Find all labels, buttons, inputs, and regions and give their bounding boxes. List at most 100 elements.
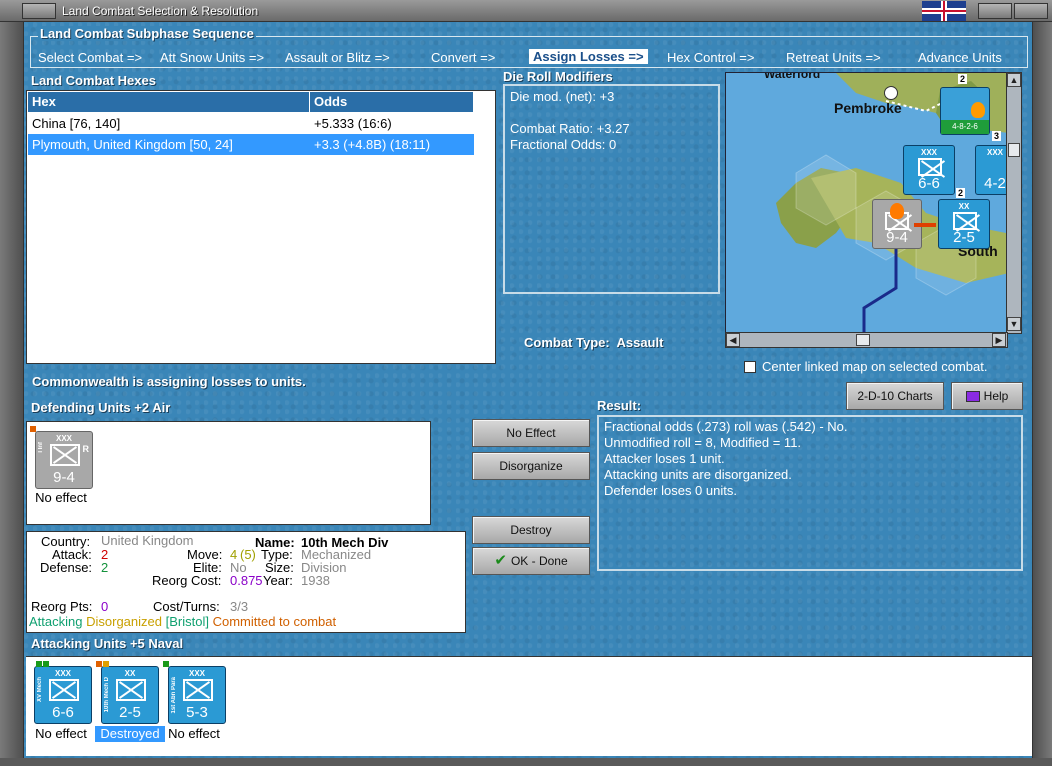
map-label-waterford: Waterford: [764, 72, 821, 81]
counter-size: XXX: [986, 148, 1003, 157]
defending-unit-status: No effect: [35, 490, 87, 505]
defense-label: Defense:: [40, 560, 93, 575]
scroll-thumb[interactable]: [856, 334, 870, 346]
counter-values: 4-8-2-6: [941, 120, 989, 134]
counter-values: 9-4: [886, 229, 908, 246]
result-line: Attacker loses 1 unit.: [604, 451, 725, 466]
stack-count: 2: [956, 188, 966, 198]
scroll-left-arrow-icon[interactable]: ◀: [726, 333, 740, 347]
counter-size: XXX: [54, 669, 71, 678]
map-counter-10th-mech[interactable]: XX 2-5: [938, 199, 990, 249]
die-roll-title: Die Roll Modifiers: [503, 69, 613, 84]
defense-value: 2: [101, 560, 109, 575]
counter-size: XXX: [920, 148, 937, 157]
reorg-cost-label: Reorg Cost:: [152, 573, 222, 588]
status-dot-icon: [30, 426, 36, 432]
step-select-combat: Select Combat =>: [38, 50, 143, 65]
attacking-unit-counter[interactable]: XXX 1st Abn Para 5-3: [163, 661, 226, 724]
supply-route: [862, 248, 898, 333]
charts-button[interactable]: 2-D-10 Charts: [846, 382, 944, 410]
combat-explosion-icon: [890, 203, 904, 219]
bottom-frame-bar: [0, 758, 1052, 766]
map-counter-stack[interactable]: 4-8-2-6: [940, 87, 990, 135]
counter-size: XX: [958, 202, 970, 211]
status-disorganized: Disorganized: [86, 614, 162, 629]
counter-values: 5-3: [186, 704, 208, 721]
counter-values: 6-6: [52, 704, 74, 721]
step-retreat-units: Retreat Units =>: [786, 50, 881, 65]
defending-unit-counter[interactable]: XXX I Inf R 9-4: [30, 426, 93, 489]
map-counter-i[interactable]: XXX 4-2: [975, 145, 1007, 195]
center-map-label: Center linked map on selected combat.: [762, 359, 988, 374]
attacking-unit-counter-selected[interactable]: XX 10th Mech D 2-5: [96, 661, 159, 724]
step-assault-or-blitz: Assault or Blitz =>: [285, 50, 390, 65]
cell-hex: China [76, 140]: [32, 116, 121, 131]
col-header-odds[interactable]: Odds: [310, 92, 474, 112]
reorg-pts-value: 0: [101, 599, 109, 614]
no-effect-button[interactable]: No Effect: [472, 419, 590, 447]
scroll-up-arrow-icon[interactable]: ▲: [1007, 73, 1021, 87]
scroll-thumb[interactable]: [1008, 143, 1020, 157]
map-counter-xv-mech[interactable]: XXX 6-6: [903, 145, 955, 195]
counter-name: XV Mech: [37, 677, 43, 703]
combat-type: Combat Type: Assault: [524, 335, 663, 350]
scroll-right-arrow-icon[interactable]: ▶: [992, 333, 1006, 347]
counter-name: I Inf: [38, 442, 44, 453]
defending-title: Defending Units +2 Air: [31, 400, 171, 415]
status-dot-icon: [96, 661, 102, 667]
counter-size: XXX: [188, 669, 205, 678]
window-title: Land Combat Selection & Resolution: [62, 4, 259, 18]
attacking-unit-status: Destroyed: [95, 726, 165, 742]
map-vertical-scrollbar[interactable]: ▲ ▼: [1006, 72, 1022, 334]
step-att-snow-units: Att Snow Units =>: [160, 50, 265, 65]
counter-values: 2-5: [119, 704, 141, 721]
city-icon: [884, 86, 898, 100]
map-horizontal-scrollbar[interactable]: ◀ ▶: [725, 332, 1008, 348]
result-line: Unmodified roll = 8, Modified = 11.: [604, 435, 802, 450]
table-row-selected[interactable]: Plymouth, United Kingdom [50, 24] +3.3 (…: [28, 134, 474, 155]
flame-icon: [971, 102, 985, 118]
mech-icon: [49, 679, 79, 701]
cell-odds: +3.3 (+4.8B) (18:11): [310, 134, 474, 155]
status-dot-icon: [43, 661, 49, 667]
minimize-button[interactable]: [978, 3, 1012, 19]
destroy-button[interactable]: Destroy: [472, 516, 590, 544]
country-value: United Kingdom: [101, 533, 194, 548]
combat-map[interactable]: Waterford Pembroke th South 4-8-2-6 2 XX…: [725, 72, 1008, 334]
uk-flag-icon: [922, 1, 966, 21]
reorg-cost-value: 0.875: [230, 573, 263, 588]
cost-turns-label: Cost/Turns:: [153, 599, 220, 614]
disorganize-button[interactable]: Disorganize: [472, 452, 590, 480]
left-frame-bar: [0, 22, 24, 766]
system-menu-button[interactable]: [22, 3, 56, 19]
airborne-icon: [183, 679, 213, 701]
status-dot-icon: [163, 661, 169, 667]
step-assign-losses: Assign Losses =>: [529, 49, 648, 64]
center-map-checkbox[interactable]: [744, 361, 756, 373]
result-line: Defender loses 0 units.: [604, 483, 737, 498]
step-hex-control: Hex Control =>: [667, 50, 755, 65]
infantry-icon: [50, 444, 80, 466]
attack-arrow-icon: [914, 223, 936, 227]
step-convert: Convert =>: [431, 50, 496, 65]
unit-info-panel: Country: United Kingdom Name: 10th Mech …: [26, 531, 466, 633]
help-button[interactable]: Help: [951, 382, 1023, 410]
unit-status-line: Attacking Disorganized [Bristol] Committ…: [29, 614, 336, 629]
col-header-hex[interactable]: Hex: [28, 92, 310, 112]
close-button[interactable]: [1014, 3, 1048, 19]
scroll-down-arrow-icon[interactable]: ▼: [1007, 317, 1021, 331]
result-title: Result:: [597, 398, 642, 413]
attacking-unit-counter[interactable]: XXX XV Mech 6-6: [34, 661, 92, 724]
year-value: 1938: [301, 573, 330, 588]
table-row[interactable]: China [76, 140] +5.333 (16:6): [28, 113, 474, 134]
fractional-odds: Fractional Odds: 0: [510, 137, 617, 152]
cell-odds: +5.333 (16:6): [314, 116, 392, 131]
counter-values: 4-2: [984, 175, 1006, 192]
status-dot-icon: [36, 661, 42, 667]
hexes-title: Land Combat Hexes: [31, 73, 156, 88]
status-location: [Bristol]: [165, 614, 209, 629]
status-dot-icon: [103, 661, 109, 667]
map-label-pembroke: Pembroke: [834, 100, 902, 116]
ok-done-button[interactable]: ✔ OK - Done: [472, 547, 590, 575]
year-label: Year:: [263, 573, 293, 588]
